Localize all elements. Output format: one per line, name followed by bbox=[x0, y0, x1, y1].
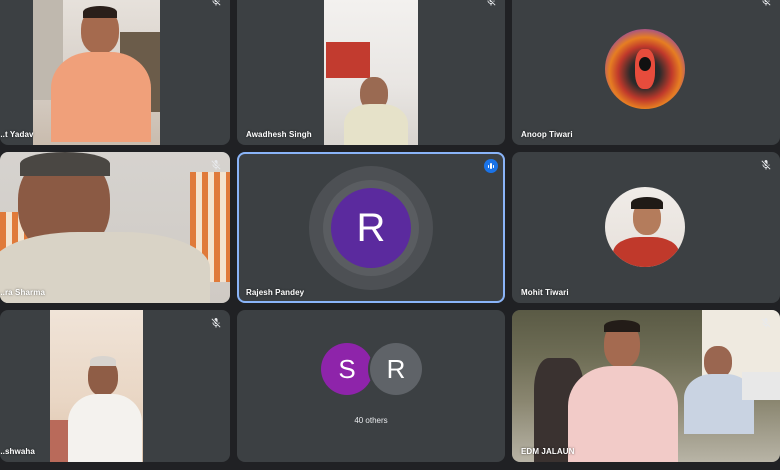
participant-name: ...t Yadav bbox=[0, 130, 34, 139]
avatar: R bbox=[331, 188, 411, 268]
participant-name: EDM JALAUN bbox=[521, 447, 575, 456]
participant-name: ...ra Sharma bbox=[0, 288, 46, 297]
participant-tile-mohit[interactable]: Mohit Tiwari bbox=[512, 152, 780, 303]
mic-off-icon bbox=[762, 0, 771, 6]
others-tile[interactable]: S R 40 others bbox=[237, 310, 505, 462]
participant-tile-awadhesh[interactable]: Awadhesh Singh bbox=[237, 0, 505, 145]
avatar: S bbox=[321, 343, 373, 395]
participant-name: Rajesh Pandey bbox=[246, 288, 305, 297]
mic-off-icon bbox=[211, 160, 221, 170]
profile-picture bbox=[605, 187, 685, 267]
participant-video bbox=[512, 310, 780, 462]
participant-tile-yadav[interactable]: ...t Yadav bbox=[0, 0, 230, 145]
participant-tile-edm-jalaun[interactable]: EDM JALAUN bbox=[512, 310, 780, 462]
profile-picture bbox=[605, 29, 685, 109]
participant-tile-rajesh[interactable]: R Rajesh Pandey bbox=[237, 152, 505, 303]
mic-off-icon bbox=[487, 0, 496, 6]
participant-video bbox=[324, 0, 418, 145]
participant-name: ...shwaha bbox=[0, 447, 35, 456]
participant-name: Awadhesh Singh bbox=[246, 130, 312, 139]
audio-level-icon bbox=[484, 159, 498, 173]
avatar: R bbox=[370, 343, 422, 395]
participant-video bbox=[50, 310, 143, 462]
mic-off-icon bbox=[761, 318, 771, 328]
participant-video bbox=[33, 0, 160, 145]
participant-name: Anoop Tiwari bbox=[521, 130, 573, 139]
participant-tile-sharma[interactable]: ...ra Sharma bbox=[0, 152, 230, 303]
mic-off-icon bbox=[211, 318, 221, 328]
participant-video bbox=[0, 152, 230, 303]
mic-off-icon bbox=[761, 160, 771, 170]
participant-tile-kushwaha[interactable]: ...shwaha bbox=[0, 310, 230, 462]
participant-name: Mohit Tiwari bbox=[521, 288, 569, 297]
others-count-label: 40 others bbox=[354, 416, 388, 425]
participant-tile-anoop[interactable]: Anoop Tiwari bbox=[512, 0, 780, 145]
mic-off-icon bbox=[212, 0, 221, 6]
